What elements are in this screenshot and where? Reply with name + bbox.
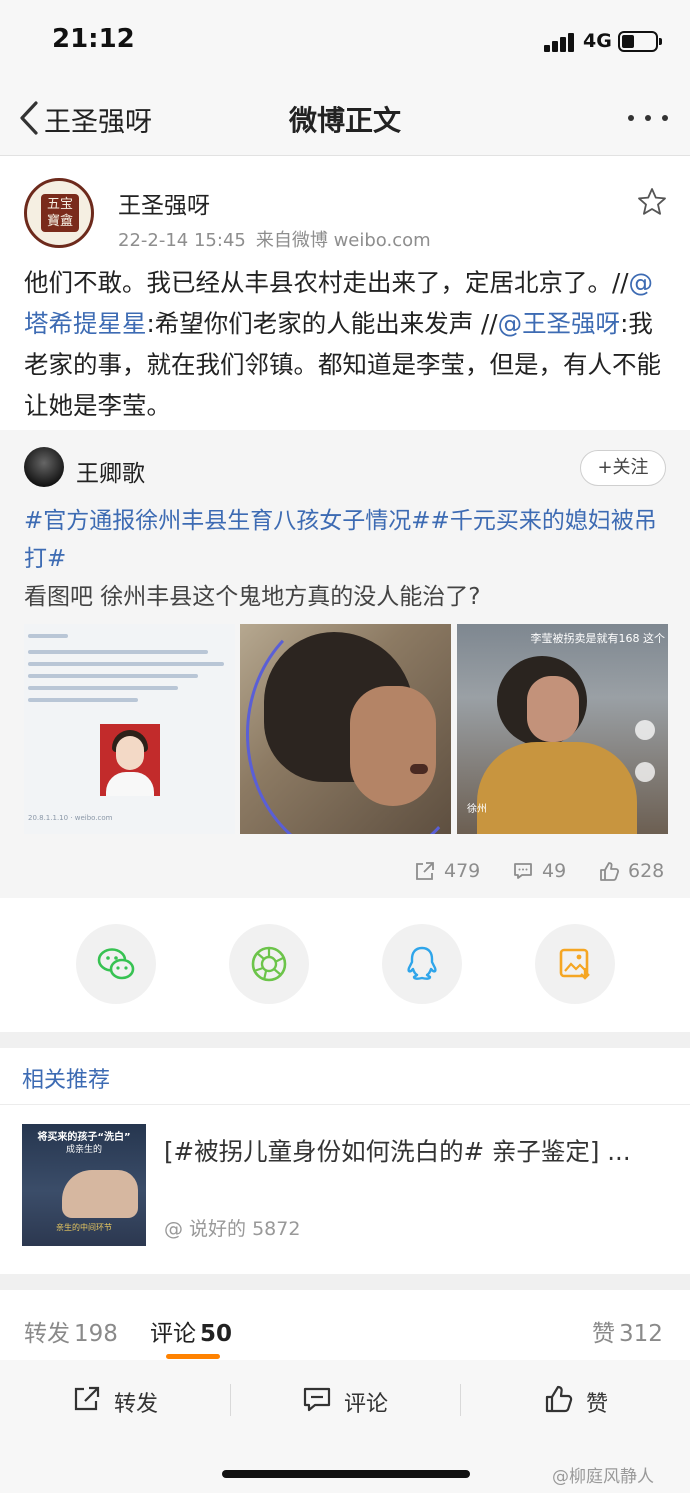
repost-label: 转发	[114, 1392, 159, 1417]
related-source: @ 说好的 5872	[164, 1218, 301, 1240]
repost-body: 看图吧 徐州丰县这个鬼地方真的没人能治了?	[24, 584, 481, 610]
related-recommendations: 相关推荐 将买来的孩子“洗白” 成亲生的 亲生的中间环节 [#被拐儿童身份如何洗…	[0, 1048, 690, 1274]
weibo-post: 五宝 寶盦 王圣强呀 22-2-14 15:45 来自微博 weibo.com 他…	[0, 156, 690, 430]
active-tab-indicator	[166, 1354, 220, 1359]
hashtag-links[interactable]: #官方通报徐州丰县生育八孩女子情况##千元买来的媳妇被吊打#	[24, 508, 657, 572]
post-author[interactable]: 王圣强呀	[118, 186, 210, 220]
tab-label: 赞	[592, 1321, 615, 1347]
id-photo	[100, 724, 160, 796]
image-thumbnail[interactable]: 20.8.1.1.10 · weibo.com	[24, 624, 235, 834]
image-thumbnail[interactable]: 李莹被拐卖是就有168 这个 徐州	[457, 624, 668, 834]
wechat-icon	[97, 948, 135, 980]
comment-label: 评论	[344, 1392, 389, 1417]
thumbnail-subtitle: 成亲生的	[65, 1145, 102, 1155]
related-header: 相关推荐	[22, 1068, 111, 1093]
repost-stats: 479 49 628	[0, 856, 690, 886]
post-meta: 22-2-14 15:45 来自微博 weibo.com	[118, 226, 441, 252]
tab-count: 50	[200, 1321, 233, 1347]
like-button[interactable]: 赞	[544, 1384, 624, 1418]
comment-count-value: 49	[542, 860, 567, 882]
share-wechat-button[interactable]	[76, 924, 156, 1004]
battery-icon	[618, 31, 662, 52]
repost-icon	[416, 862, 434, 880]
follow-button[interactable]: +关注	[580, 450, 666, 486]
post-date: 22-2-14 15:45	[118, 230, 246, 251]
like-count-value: 628	[628, 860, 665, 882]
like-label: 赞	[586, 1392, 609, 1417]
section-divider	[0, 1274, 690, 1290]
tab-likes[interactable]: 赞 312	[592, 1314, 663, 1348]
divider	[0, 1104, 690, 1105]
tab-count: 198	[74, 1321, 118, 1347]
image-caption: 李莹被拐卖是就有168 这个	[530, 632, 666, 645]
thumbs-up-icon	[600, 862, 620, 881]
repost-text: #官方通报徐州丰县生育八孩女子情况##千元买来的媳妇被吊打# 看图吧 徐州丰县这…	[24, 502, 674, 616]
home-indicator[interactable]	[222, 1470, 470, 1478]
tab-count: 312	[619, 1321, 663, 1347]
thumbs-up-icon	[545, 1385, 573, 1413]
moments-icon	[251, 946, 287, 982]
comment-button[interactable]: 评论	[302, 1384, 402, 1418]
avatar[interactable]: 五宝 寶盦	[24, 178, 94, 248]
video-overlay-icons	[635, 720, 657, 810]
related-thumbnail[interactable]: 将买来的孩子“洗白” 成亲生的 亲生的中间环节	[22, 1124, 146, 1246]
reposted-weibo[interactable]: 王卿歌 +关注 #官方通报徐州丰县生育八孩女子情况##千元买来的媳妇被吊打# 看…	[0, 430, 690, 898]
share-moments-button[interactable]	[229, 924, 309, 1004]
image-grid: 20.8.1.1.10 · weibo.com 李莹被拐卖是就有168 这个 徐…	[24, 624, 668, 834]
more-icon[interactable]	[628, 115, 668, 123]
comment-icon	[514, 863, 532, 879]
divider	[230, 1384, 231, 1416]
divider	[460, 1384, 461, 1416]
repost-button[interactable]: 转发	[72, 1384, 172, 1418]
save-image-icon	[559, 948, 590, 980]
comment-icon	[303, 1387, 331, 1412]
thumbnail-title: 将买来的孩子“洗白”	[37, 1132, 131, 1143]
page-title: 微博正文	[288, 104, 401, 137]
post-source: 来自微博 weibo.com	[255, 230, 431, 251]
qq-icon	[407, 946, 437, 980]
nav-bar: 王圣强呀 微博正文	[0, 80, 690, 156]
post-body-text-2: :希望你们老家的人能出来发声 //	[146, 309, 498, 338]
star-icon[interactable]	[636, 186, 668, 218]
repost-author[interactable]: 王卿歌	[76, 454, 145, 488]
thumbnail-caption: 亲生的中间环节	[56, 1223, 112, 1232]
post-body: 他们不敢。我已经从丰县农村走出来了，定居北京了。//@塔希提星星:希望你们老家的…	[24, 262, 674, 426]
interaction-tabs: 转发 198 评论 50 赞 312	[0, 1290, 690, 1360]
repost-avatar[interactable]	[24, 447, 64, 487]
network-type: 4G	[583, 30, 612, 52]
image-location: 徐州	[467, 804, 487, 815]
share-qq-button[interactable]	[382, 924, 462, 1004]
mention-link[interactable]: @王圣强呀	[498, 309, 621, 338]
tab-comments[interactable]: 评论 50	[150, 1314, 232, 1348]
repost-count-value: 479	[444, 860, 481, 882]
tab-label: 转发	[24, 1321, 70, 1347]
watermark: @柳庭风静人	[552, 1467, 654, 1487]
related-title[interactable]: [#被拐儿童身份如何洗白的# 亲子鉴定] ...	[164, 1134, 664, 1170]
signal-icon	[544, 32, 576, 52]
share-row	[0, 898, 690, 1032]
post-body-text-1: 他们不敢。我已经从丰县农村走出来了，定居北京了。//	[24, 268, 629, 297]
save-image-button[interactable]	[535, 924, 615, 1004]
image-thumbnail[interactable]	[240, 624, 451, 834]
tab-reposts[interactable]: 转发 198	[24, 1314, 118, 1348]
avatar-seal: 五宝 寶盦	[41, 194, 79, 232]
status-time: 21:12	[52, 24, 135, 54]
repost-icon	[74, 1386, 100, 1411]
section-divider	[0, 1032, 690, 1048]
tab-label: 评论	[150, 1321, 196, 1347]
status-bar: 21:12 4G	[0, 0, 690, 80]
